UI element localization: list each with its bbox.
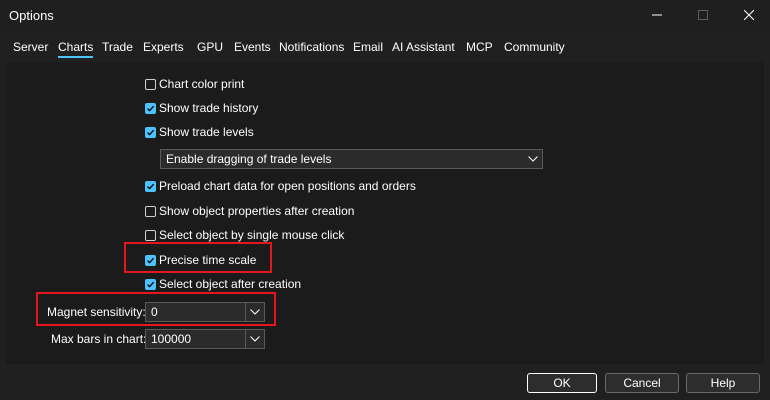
- tab-experts[interactable]: Experts: [143, 40, 184, 54]
- option-select-object-after-creation[interactable]: Select object after creation: [145, 276, 301, 292]
- option-label: Chart color print: [159, 77, 245, 91]
- checkbox-checked-icon[interactable]: [145, 102, 156, 114]
- option-show-object-properties[interactable]: Show object properties after creation: [145, 203, 354, 219]
- magnet-sensitivity-label: Magnet sensitivity:: [47, 305, 146, 319]
- ok-button[interactable]: OK: [527, 373, 597, 393]
- minimize-icon: [652, 14, 662, 16]
- cancel-button[interactable]: Cancel: [605, 373, 679, 393]
- option-label: Show trade history: [159, 101, 259, 115]
- magnet-sensitivity-value: 0: [151, 305, 158, 319]
- tab-charts[interactable]: Charts: [58, 40, 94, 58]
- options-dialog: Options Server Charts Trade Experts GPU …: [0, 0, 770, 400]
- max-bars-label: Max bars in chart:: [51, 332, 147, 346]
- checkbox-checked-icon[interactable]: [145, 278, 156, 290]
- tab-email[interactable]: Email: [353, 40, 383, 54]
- option-show-trade-levels[interactable]: Show trade levels: [145, 124, 254, 140]
- option-label: Precise time scale: [159, 253, 257, 267]
- tab-ai-assistant[interactable]: AI Assistant: [392, 40, 455, 54]
- maximize-icon: [698, 10, 708, 20]
- option-label: Show trade levels: [159, 125, 254, 139]
- checkbox-unchecked-icon[interactable]: [145, 229, 156, 241]
- tab-server[interactable]: Server: [13, 40, 48, 54]
- option-label: Show object properties after creation: [159, 204, 355, 218]
- trade-levels-dropdown-value: Enable dragging of trade levels: [166, 152, 332, 166]
- max-bars-value: 100000: [151, 332, 192, 346]
- checkbox-checked-icon[interactable]: [145, 254, 156, 266]
- close-icon: [744, 10, 754, 20]
- chevron-down-icon[interactable]: [246, 309, 264, 315]
- option-preload-chart-data[interactable]: Preload chart data for open positions an…: [145, 178, 416, 194]
- option-label: Preload chart data for open positions an…: [159, 179, 416, 193]
- close-button[interactable]: [726, 0, 770, 30]
- tab-gpu[interactable]: GPU: [197, 40, 223, 54]
- tab-bar: Server Charts Trade Experts GPU Events N…: [0, 36, 770, 60]
- checkbox-checked-icon[interactable]: [145, 180, 156, 192]
- option-chart-color-print[interactable]: Chart color print: [145, 76, 244, 92]
- option-label: Select object by single mouse click: [159, 228, 345, 242]
- option-precise-time-scale[interactable]: Precise time scale: [145, 252, 256, 268]
- maximize-button[interactable]: [680, 0, 726, 30]
- tab-mcp[interactable]: MCP: [466, 40, 493, 54]
- magnet-sensitivity-dropdown[interactable]: 0: [145, 302, 265, 322]
- window-title: Options: [9, 8, 54, 23]
- tab-notifications[interactable]: Notifications: [279, 40, 344, 54]
- checkbox-unchecked-icon[interactable]: [145, 78, 156, 90]
- chevron-down-icon[interactable]: [246, 336, 264, 342]
- tab-events[interactable]: Events: [234, 40, 271, 54]
- tab-trade[interactable]: Trade: [102, 40, 133, 54]
- minimize-button[interactable]: [634, 0, 680, 30]
- option-select-object-single-click[interactable]: Select object by single mouse click: [145, 227, 344, 243]
- option-label: Select object after creation: [159, 277, 302, 291]
- title-bar: Options: [0, 0, 770, 32]
- option-show-trade-history[interactable]: Show trade history: [145, 100, 258, 116]
- trade-levels-dropdown[interactable]: Enable dragging of trade levels: [160, 149, 543, 169]
- checkbox-checked-icon[interactable]: [145, 126, 156, 138]
- help-button[interactable]: Help: [686, 373, 760, 393]
- tab-community[interactable]: Community: [504, 40, 565, 54]
- max-bars-dropdown[interactable]: 100000: [145, 329, 265, 349]
- checkbox-unchecked-icon[interactable]: [145, 205, 156, 217]
- chevron-down-icon[interactable]: [524, 156, 542, 162]
